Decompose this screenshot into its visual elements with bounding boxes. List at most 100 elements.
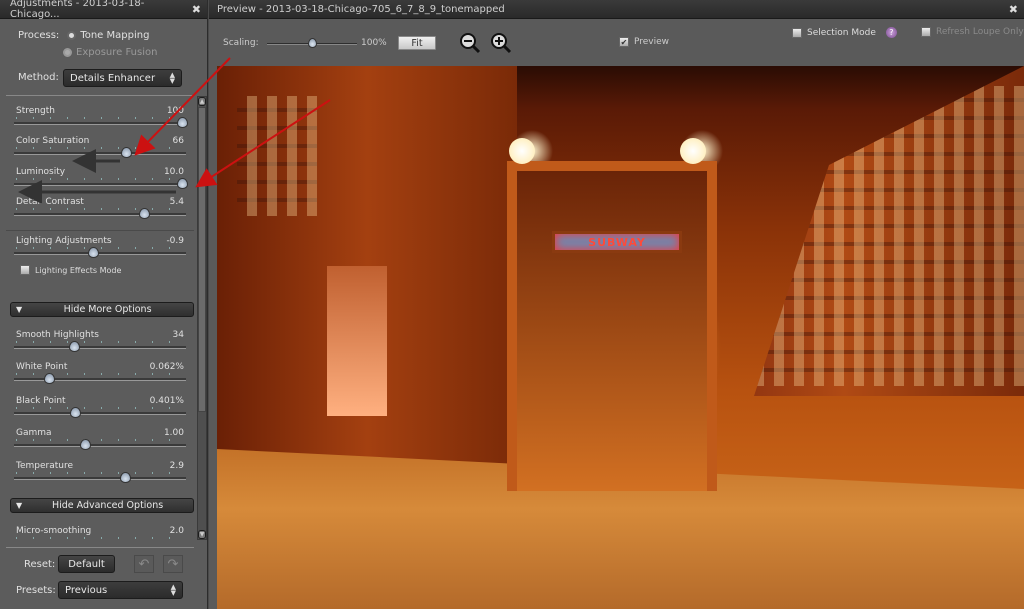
divider xyxy=(6,547,194,548)
slider-label: Strength xyxy=(16,106,55,116)
slider-knob[interactable] xyxy=(119,472,131,483)
slider-white-point[interactable]: White Point 0.062% xyxy=(14,362,186,384)
slider-micro-smoothing[interactable]: Micro-smoothing 2.0 xyxy=(14,526,186,547)
close-icon[interactable]: ✖ xyxy=(1009,3,1018,16)
slider-knob[interactable] xyxy=(80,439,92,450)
slider-label: Gamma xyxy=(16,428,52,438)
slider-knob[interactable] xyxy=(139,208,151,219)
exposure-fusion-row: Exposure Fusion xyxy=(63,47,157,58)
process-label: Process: xyxy=(18,30,60,41)
slider-value: 0.401% xyxy=(149,396,184,406)
slider-color-saturation[interactable]: Color Saturation 66 xyxy=(14,136,186,158)
presets-value: Previous xyxy=(65,584,108,596)
undo-icon[interactable]: ↶ xyxy=(134,555,154,573)
presets-select[interactable]: Previous ▲ ▼ xyxy=(58,581,183,599)
refresh-loupe-only-checkbox[interactable] xyxy=(921,27,931,37)
zoom-out-icon[interactable] xyxy=(459,32,481,54)
lamp-globe xyxy=(680,138,706,164)
slider-temperature[interactable]: Temperature 2.9 xyxy=(14,461,186,483)
subway-entrance: SUBWAY xyxy=(507,161,717,491)
slider-value: 100 xyxy=(166,106,184,116)
select-arrows-icon: ▲ ▼ xyxy=(170,583,176,597)
adjustments-titlebar: Adjustments - 2013-03-18-Chicago... ✖ xyxy=(0,0,207,20)
slider-knob[interactable] xyxy=(177,117,188,128)
slider-lighting-adjustments[interactable]: Lighting Adjustments -0.9 xyxy=(14,236,186,258)
subway-sign: SUBWAY xyxy=(552,231,682,253)
method-row: Method: xyxy=(18,72,59,83)
selection-mode-checkbox[interactable] xyxy=(792,27,802,38)
building-left xyxy=(217,66,517,486)
scaling-slider-knob[interactable] xyxy=(308,38,317,48)
redo-icon[interactable]: ↷ xyxy=(163,555,183,573)
slider-label: Luminosity xyxy=(16,167,66,177)
default-button[interactable]: Default xyxy=(58,555,115,573)
building-right xyxy=(754,66,1024,396)
scaling-slider[interactable] xyxy=(267,38,357,48)
scaling-label: Scaling: xyxy=(223,38,259,48)
preview-title: Preview - 2013-03-18-Chicago-705_6_7_8_9… xyxy=(217,3,505,15)
radio-tone-mapping-label[interactable]: Tone Mapping xyxy=(80,30,149,41)
selection-mode-label: Selection Mode xyxy=(807,27,876,38)
zoom-in-icon[interactable] xyxy=(490,32,512,54)
slider-strength[interactable]: Strength 100 xyxy=(14,106,188,128)
hide-advanced-options-label: Hide Advanced Options xyxy=(51,500,164,511)
reset-label: Reset: xyxy=(24,559,56,570)
slider-knob[interactable] xyxy=(70,407,82,418)
scrollbar-thumb[interactable] xyxy=(198,107,206,412)
slider-knob[interactable] xyxy=(88,247,100,258)
slider-gamma[interactable]: Gamma 1.00 xyxy=(14,428,186,450)
slider-value: 34 xyxy=(172,330,184,340)
slider-value: 2.0 xyxy=(169,526,184,536)
radio-exposure-fusion-label[interactable]: Exposure Fusion xyxy=(76,47,157,58)
slider-value: 2.9 xyxy=(169,461,184,471)
selection-mode-row: Selection Mode ? xyxy=(792,27,897,38)
slider-label: White Point xyxy=(16,362,68,372)
slider-label: Black Point xyxy=(16,396,66,406)
preview-image[interactable]: SUBWAY xyxy=(217,66,1024,609)
radio-tone-mapping[interactable] xyxy=(67,31,77,40)
lighting-effects-mode-checkbox[interactable] xyxy=(20,265,30,275)
scrollbar[interactable]: ▲ ▼ xyxy=(197,96,207,540)
method-value: Details Enhancer xyxy=(70,72,156,84)
preview-window: Preview - 2013-03-18-Chicago-705_6_7_8_9… xyxy=(209,0,1024,609)
radio-exposure-fusion[interactable] xyxy=(63,48,72,57)
method-label: Method: xyxy=(18,72,59,83)
slider-label: Smooth Highlights xyxy=(16,330,99,340)
process-row: Process: Tone Mapping xyxy=(18,30,149,41)
slider-label: Micro-smoothing xyxy=(16,526,92,536)
close-icon[interactable]: ✖ xyxy=(192,3,201,16)
preview-checkbox[interactable]: ✔ xyxy=(619,37,629,47)
slider-knob[interactable] xyxy=(177,178,188,189)
slider-knob[interactable] xyxy=(68,341,80,352)
divider xyxy=(6,230,194,231)
slider-value: 66 xyxy=(172,136,184,146)
select-arrows-icon: ▲ ▼ xyxy=(169,71,175,85)
refresh-loupe-only-label: Refresh Loupe Only xyxy=(936,27,1024,37)
slider-value: 1.00 xyxy=(163,428,184,438)
scroll-up-icon[interactable]: ▲ xyxy=(198,97,206,106)
slider-detail-contrast[interactable]: Detail Contrast 5.4 xyxy=(14,197,186,219)
slider-value: -0.9 xyxy=(166,236,184,246)
preview-checkbox-label: Preview xyxy=(634,37,670,47)
slider-label: Color Saturation xyxy=(16,136,90,146)
help-icon[interactable]: ? xyxy=(885,27,897,38)
scaling-value: 100% xyxy=(361,38,387,48)
slider-knob[interactable] xyxy=(121,147,133,158)
method-select[interactable]: Details Enhancer ▲ ▼ xyxy=(63,69,182,87)
slider-label: Lighting Adjustments xyxy=(16,236,112,246)
hide-advanced-options-button[interactable]: ▼ Hide Advanced Options xyxy=(10,498,194,513)
slider-knob[interactable] xyxy=(44,373,56,384)
preview-titlebar: Preview - 2013-03-18-Chicago-705_6_7_8_9… xyxy=(209,0,1024,19)
adjustments-title: Adjustments - 2013-03-18-Chicago... xyxy=(10,0,145,20)
slider-black-point[interactable]: Black Point 0.401% xyxy=(14,396,186,418)
slider-label: Detail Contrast xyxy=(16,197,84,207)
presets-label: Presets: xyxy=(16,585,56,596)
slider-smooth-highlights[interactable]: Smooth Highlights 34 xyxy=(14,330,186,352)
scroll-down-icon[interactable]: ▼ xyxy=(198,530,206,539)
hide-more-options-button[interactable]: ▼ Hide More Options xyxy=(10,302,194,317)
slider-value: 10.0 xyxy=(163,167,184,177)
slider-luminosity[interactable]: Luminosity 10.0 xyxy=(14,167,188,189)
lamp-globe xyxy=(509,138,535,164)
fit-button[interactable]: Fit xyxy=(398,36,436,50)
lighting-effects-mode-label: Lighting Effects Mode xyxy=(35,265,122,275)
